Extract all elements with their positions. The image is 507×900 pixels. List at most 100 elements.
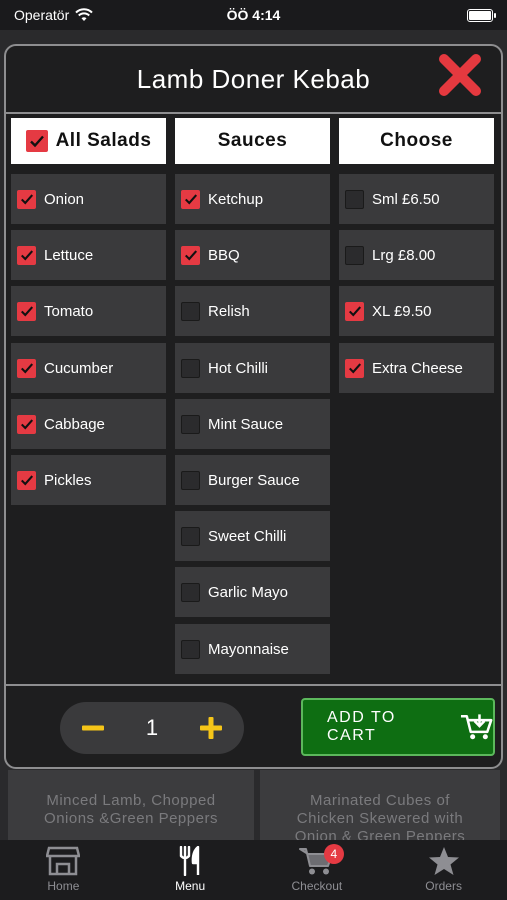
checkbox-icon [17,358,36,378]
status-bar: Operatör ÖÖ 4:14 [0,0,507,30]
option-choose[interactable]: Extra Cheese [339,343,494,393]
option-label: Tomato [44,302,94,320]
option-label: Garlic Mayo [208,583,289,601]
option-label: Sweet Chilli [208,527,287,545]
tab-menu[interactable]: Menu [127,840,253,893]
checkbox-icon [345,301,364,321]
checkbox-icon [181,358,200,378]
checkbox-icon [181,414,200,434]
menu-item-card[interactable]: Minced Lamb, Chopped Onions &Green Peppe… [8,770,254,840]
column-header-sauces: Sauces [175,118,330,164]
option-sauces[interactable]: BBQ [175,230,330,280]
checkbox-icon [17,414,36,434]
option-label: Ketchup [208,190,264,208]
add-to-cart-button[interactable]: ADD TO CART [301,698,495,756]
option-salads[interactable]: Onion [11,174,166,224]
modal-header: Lamb Doner Kebab [6,46,501,114]
plus-icon [200,717,222,739]
quantity-value: 1 [145,715,159,740]
option-sauces[interactable]: Hot Chilli [175,343,330,393]
option-sauces[interactable]: Mint Sauce [175,399,330,449]
card-description: Minced Lamb, Chopped [46,792,216,809]
add-to-cart-label: ADD TO CART [327,709,396,744]
modal-title: Lamb Doner Kebab [136,63,371,94]
close-icon [439,54,481,96]
checkbox-icon [181,582,200,602]
option-sauces[interactable]: Burger Sauce [175,455,330,505]
option-sauces[interactable]: Ketchup [175,174,330,224]
checkbox-icon [345,358,364,378]
checkbox-icon [17,189,36,209]
option-salads[interactable]: Tomato [11,286,166,336]
modal-footer: 1 ADD TO CART [6,688,501,767]
checkbox-icon [25,130,48,152]
card-description: Onions &Green Peppers [44,810,218,827]
option-label: Relish [208,302,250,320]
shop-icon [46,846,81,876]
column-header-label: Choose [380,130,453,151]
option-label: Lrg £8.00 [372,246,436,264]
option-sauces[interactable]: Relish [175,286,330,336]
tab-orders[interactable]: Orders [381,840,507,893]
option-sauces[interactable]: Mayonnaise [175,624,330,674]
checkbox-icon [345,189,364,209]
option-label: Cabbage [44,415,105,433]
option-label: Mayonnaise [208,640,289,658]
column-header-choose: Choose [339,118,494,164]
option-choose[interactable]: Lrg £8.00 [339,230,494,280]
tab-checkout[interactable]: 4 Checkout [254,840,380,893]
option-label: XL £9.50 [372,302,432,320]
decrease-quantity-button[interactable] [80,715,106,741]
star-icon [428,847,459,875]
option-label: Cucumber [44,359,114,377]
option-salads[interactable]: Cabbage [11,399,166,449]
all-salads-toggle[interactable]: All Salads [11,118,166,164]
tab-bar: Home Menu 4 Checkout Orders [0,840,507,900]
checkbox-icon [17,470,36,490]
battery-icon [467,8,496,22]
increase-quantity-button[interactable] [198,715,224,741]
checkbox-icon [181,526,200,546]
option-choose[interactable]: XL £9.50 [339,286,494,336]
checkbox-icon [181,301,200,321]
add-to-cart-icon [460,714,493,740]
options-columns: All Salads Sauces Choose Onion Lettuce Tom… [6,114,501,686]
card-description: Onion & Green Peppers [294,828,466,840]
option-label: Burger Sauce [208,471,300,489]
tab-label: Checkout [291,879,343,893]
card-description: Chicken Skewered with [296,810,464,827]
option-sauces[interactable]: Garlic Mayo [175,567,330,617]
menu-item-card[interactable]: Marinated Cubes of Chicken Skewered with… [260,770,500,840]
column-header-label: Sauces [217,130,288,151]
option-label: Lettuce [44,246,94,264]
option-salads[interactable]: Pickles [11,455,166,505]
tab-label: Menu [175,879,206,893]
column-header-salads: All Salads [55,130,152,151]
cart-count-badge: 4 [323,844,344,864]
wifi-icon [75,8,93,21]
checkbox-icon [181,245,200,265]
item-options-modal: Lamb Doner Kebab All Salads Sauces Choos… [4,44,503,769]
option-label: Sml £6.50 [372,190,440,208]
checkbox-icon [17,301,36,321]
option-label: Hot Chilli [208,359,269,377]
option-label: Mint Sauce [208,415,284,433]
quantity-stepper: 1 [60,702,244,754]
option-salads[interactable]: Cucumber [11,343,166,393]
option-label: Onion [44,190,85,208]
tab-home[interactable]: Home [0,840,126,893]
checkbox-icon [345,245,364,265]
option-choose[interactable]: Sml £6.50 [339,174,494,224]
fork-knife-icon [179,846,200,876]
option-label: Pickles [44,471,92,489]
option-sauces[interactable]: Sweet Chilli [175,511,330,561]
close-button[interactable] [437,52,483,98]
minus-icon [82,725,104,731]
option-salads[interactable]: Lettuce [11,230,166,280]
carrier-label: Operatör [14,7,70,23]
option-label: BBQ [208,246,240,264]
checkbox-icon [17,245,36,265]
checkbox-icon [181,639,200,659]
checkbox-icon [181,189,200,209]
tab-label: Orders [425,879,462,893]
